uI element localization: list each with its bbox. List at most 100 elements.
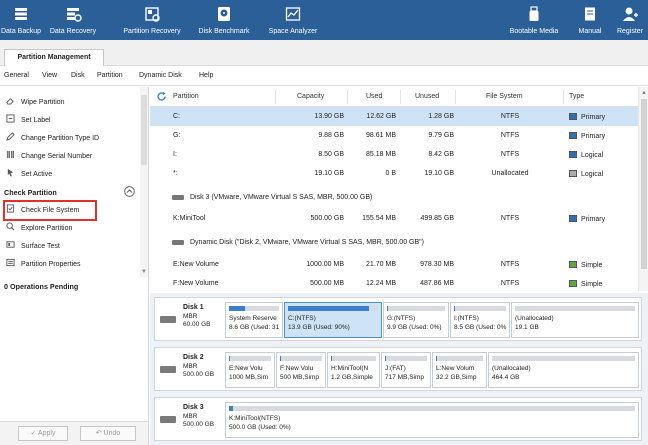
- cell-partition: F:New Volume: [173, 280, 219, 287]
- partition-recovery-button[interactable]: Partition Recovery: [118, 0, 186, 40]
- menu-partition[interactable]: Partition: [97, 72, 123, 79]
- table-header: Partition Capacity Used Unused File Syst…: [150, 87, 648, 107]
- scrollbar-thumb[interactable]: [641, 99, 647, 269]
- disk-type: MBR: [183, 413, 198, 420]
- usage-bar: [492, 356, 635, 361]
- partition-properties-item[interactable]: Partition Properties: [6, 258, 134, 272]
- action-panel-scrollbar[interactable]: ▼: [140, 87, 148, 277]
- check-file-system-item[interactable]: Check File System: [6, 204, 134, 218]
- scrollbar-thumb[interactable]: [141, 95, 147, 165]
- register-button[interactable]: Register: [612, 0, 648, 40]
- change-partition-type-id-item[interactable]: Change Partition Type ID: [6, 132, 134, 146]
- partition-block[interactable]: J:(FAT) 717 MB,Simp: [381, 352, 431, 388]
- partition-block-label: L:New Volum: [436, 365, 475, 372]
- disk-2-map[interactable]: Disk 2 MBR 500.00 GB E:New Volu 1000 MB,…: [154, 347, 642, 391]
- type-swatch: [569, 170, 577, 177]
- menu-dynamic-disk[interactable]: Dynamic Disk: [139, 72, 182, 79]
- partition-block[interactable]: (Unallocated) 19.1 GB: [511, 302, 639, 338]
- partition-block[interactable]: (Unallocated) 464.4 GB: [488, 352, 639, 388]
- table-row[interactable]: F:New Volume 500.00 MB 12.24 MB 487.86 M…: [150, 274, 638, 291]
- disk-info: Disk 2 MBR 500.00 GB: [157, 350, 225, 388]
- menu-general[interactable]: General: [4, 72, 29, 79]
- disk-1-map[interactable]: Disk 1 MBR 60.00 GB System Reserve 8.6 G…: [154, 297, 642, 341]
- scroll-down-icon[interactable]: ▼: [141, 269, 147, 275]
- barcode-icon: [6, 150, 14, 159]
- partition-block[interactable]: L:New Volum 32.2 GB,Simp: [432, 352, 487, 388]
- table-row[interactable]: I: 8.50 GB 85.18 MB 8.42 GB NTFS Logical: [150, 145, 638, 164]
- toolbar-label: Bootable Media: [509, 28, 559, 35]
- type-label: Simple: [581, 281, 603, 288]
- apply-button[interactable]: ✓ Apply: [18, 426, 68, 441]
- partition-block[interactable]: I:(NTFS) 8.5 GB (Used: 0%: [450, 302, 510, 338]
- partition-block-label: K:MiniTool(NTFS): [229, 415, 281, 422]
- data-backup-button[interactable]: Data Backup: [0, 0, 42, 40]
- refresh-icon[interactable]: [156, 91, 167, 102]
- apply-label: Apply: [37, 430, 56, 437]
- table-row[interactable]: K:MiniTool 500.00 GB 155.54 MB 499.85 GB…: [150, 209, 638, 228]
- surface-test-item[interactable]: Surface Test: [6, 240, 134, 254]
- menu-help[interactable]: Help: [199, 72, 213, 79]
- table-scrollbar[interactable]: ▲: [638, 87, 648, 291]
- partition-block-label: E:New Volu: [229, 365, 263, 372]
- disk-3-map[interactable]: Disk 3 MBR 500.00 GB K:MiniTool(NTFS) 50…: [154, 397, 642, 441]
- col-file-system[interactable]: File System: [486, 93, 523, 100]
- disk-3-group-row[interactable]: Disk 3 (VMware, VMware Virtual S SAS, MB…: [150, 188, 638, 207]
- change-serial-number-item[interactable]: Change Serial Number: [6, 150, 134, 164]
- usage-bar: [385, 356, 427, 361]
- table-row[interactable]: *: 19.10 GB 0 B 19.10 GB Unallocated Log…: [150, 164, 638, 183]
- scroll-up-icon[interactable]: ▲: [641, 90, 647, 96]
- partition-block[interactable]: C:(NTFS) 13.9 GB (Used: 90%): [284, 302, 382, 338]
- usage-fill: [385, 356, 386, 361]
- cell-file-system: NTFS: [500, 280, 520, 287]
- cell-file-system: NTFS: [500, 113, 520, 120]
- partition-block-label: G:(NTFS): [387, 315, 416, 322]
- undo-button[interactable]: ↶ Undo: [80, 426, 136, 441]
- data-recovery-button[interactable]: Data Recovery: [42, 0, 104, 40]
- partition-block[interactable]: H:MiniTool(N 1.2 GB,Simple: [327, 352, 380, 388]
- menu-disk[interactable]: Disk: [71, 72, 85, 79]
- partition-block-detail: 1.2 GB,Simple: [331, 374, 373, 381]
- col-type[interactable]: Type: [569, 93, 584, 100]
- bottom-action-bar: ✓ Apply ↶ Undo: [0, 421, 149, 445]
- cell-unused: 487.86 MB: [420, 280, 454, 287]
- col-partition[interactable]: Partition: [173, 93, 199, 100]
- partition-block[interactable]: K:MiniTool(NTFS) 500.0 GB (Used: 0%): [225, 402, 639, 438]
- cell-used: 155.54 MB: [362, 215, 396, 222]
- manual-button[interactable]: Manual: [572, 0, 608, 40]
- partition-block-label: F:New Volu: [280, 365, 314, 372]
- set-label-item[interactable]: Set Label: [6, 114, 134, 128]
- partition-block-detail: 717 MB,Simp: [385, 374, 425, 381]
- table-row[interactable]: E:New Volume 1000.00 MB 21.70 MB 978.30 …: [150, 255, 638, 274]
- tab-partition-management[interactable]: Partition Management: [4, 49, 104, 66]
- partition-block-detail: 13.9 GB (Used: 90%): [288, 324, 350, 331]
- partition-block[interactable]: E:New Volu 1000 MB,Sim: [225, 352, 275, 388]
- partition-block[interactable]: F:New Volu 500 MB,Simp: [276, 352, 326, 388]
- usage-fill: [387, 306, 388, 311]
- properties-icon: [6, 258, 15, 267]
- item-label: Set Active: [21, 171, 53, 178]
- collapse-icon[interactable]: [124, 186, 135, 197]
- menu-view[interactable]: View: [42, 72, 57, 79]
- partition-block[interactable]: G:(NTFS) 9.9 GB (Used: 0%): [383, 302, 449, 338]
- cell-capacity: 500.00 MB: [310, 280, 344, 287]
- wipe-partition-item[interactable]: Wipe Partition: [6, 96, 134, 110]
- table-row[interactable]: G: 9.88 GB 98.61 MB 9.79 GB NTFS Primary: [150, 126, 638, 145]
- dynamic-disk-group-row[interactable]: Dynamic Disk ("Disk 2, VMware, VMware Vi…: [150, 233, 638, 252]
- table-row[interactable]: C: 13.90 GB 12.62 GB 1.28 GB NTFS Primar…: [150, 107, 638, 126]
- disk-benchmark-button[interactable]: Disk Benchmark: [194, 0, 254, 40]
- partition-recovery-icon: [145, 7, 160, 22]
- partition-block[interactable]: System Reserve 8.6 GB (Used: 31: [225, 302, 283, 338]
- col-capacity[interactable]: Capacity: [297, 93, 324, 100]
- cell-unused: 19.10 GB: [424, 170, 454, 177]
- bootable-media-button[interactable]: Bootable Media: [504, 0, 564, 40]
- toolbar-label: Space Analyzer: [268, 28, 318, 35]
- explore-partition-item[interactable]: Explore Partition: [6, 222, 134, 236]
- col-used[interactable]: Used: [366, 93, 382, 100]
- disk-name: Disk 2: [183, 354, 204, 361]
- usage-fill: [454, 306, 455, 311]
- space-analyzer-button[interactable]: Space Analyzer: [262, 0, 324, 40]
- cell-unused: 978.30 MB: [420, 261, 454, 268]
- set-active-item[interactable]: Set Active: [6, 168, 134, 182]
- cell-partition: I:: [173, 151, 177, 158]
- col-unused[interactable]: Unused: [415, 93, 439, 100]
